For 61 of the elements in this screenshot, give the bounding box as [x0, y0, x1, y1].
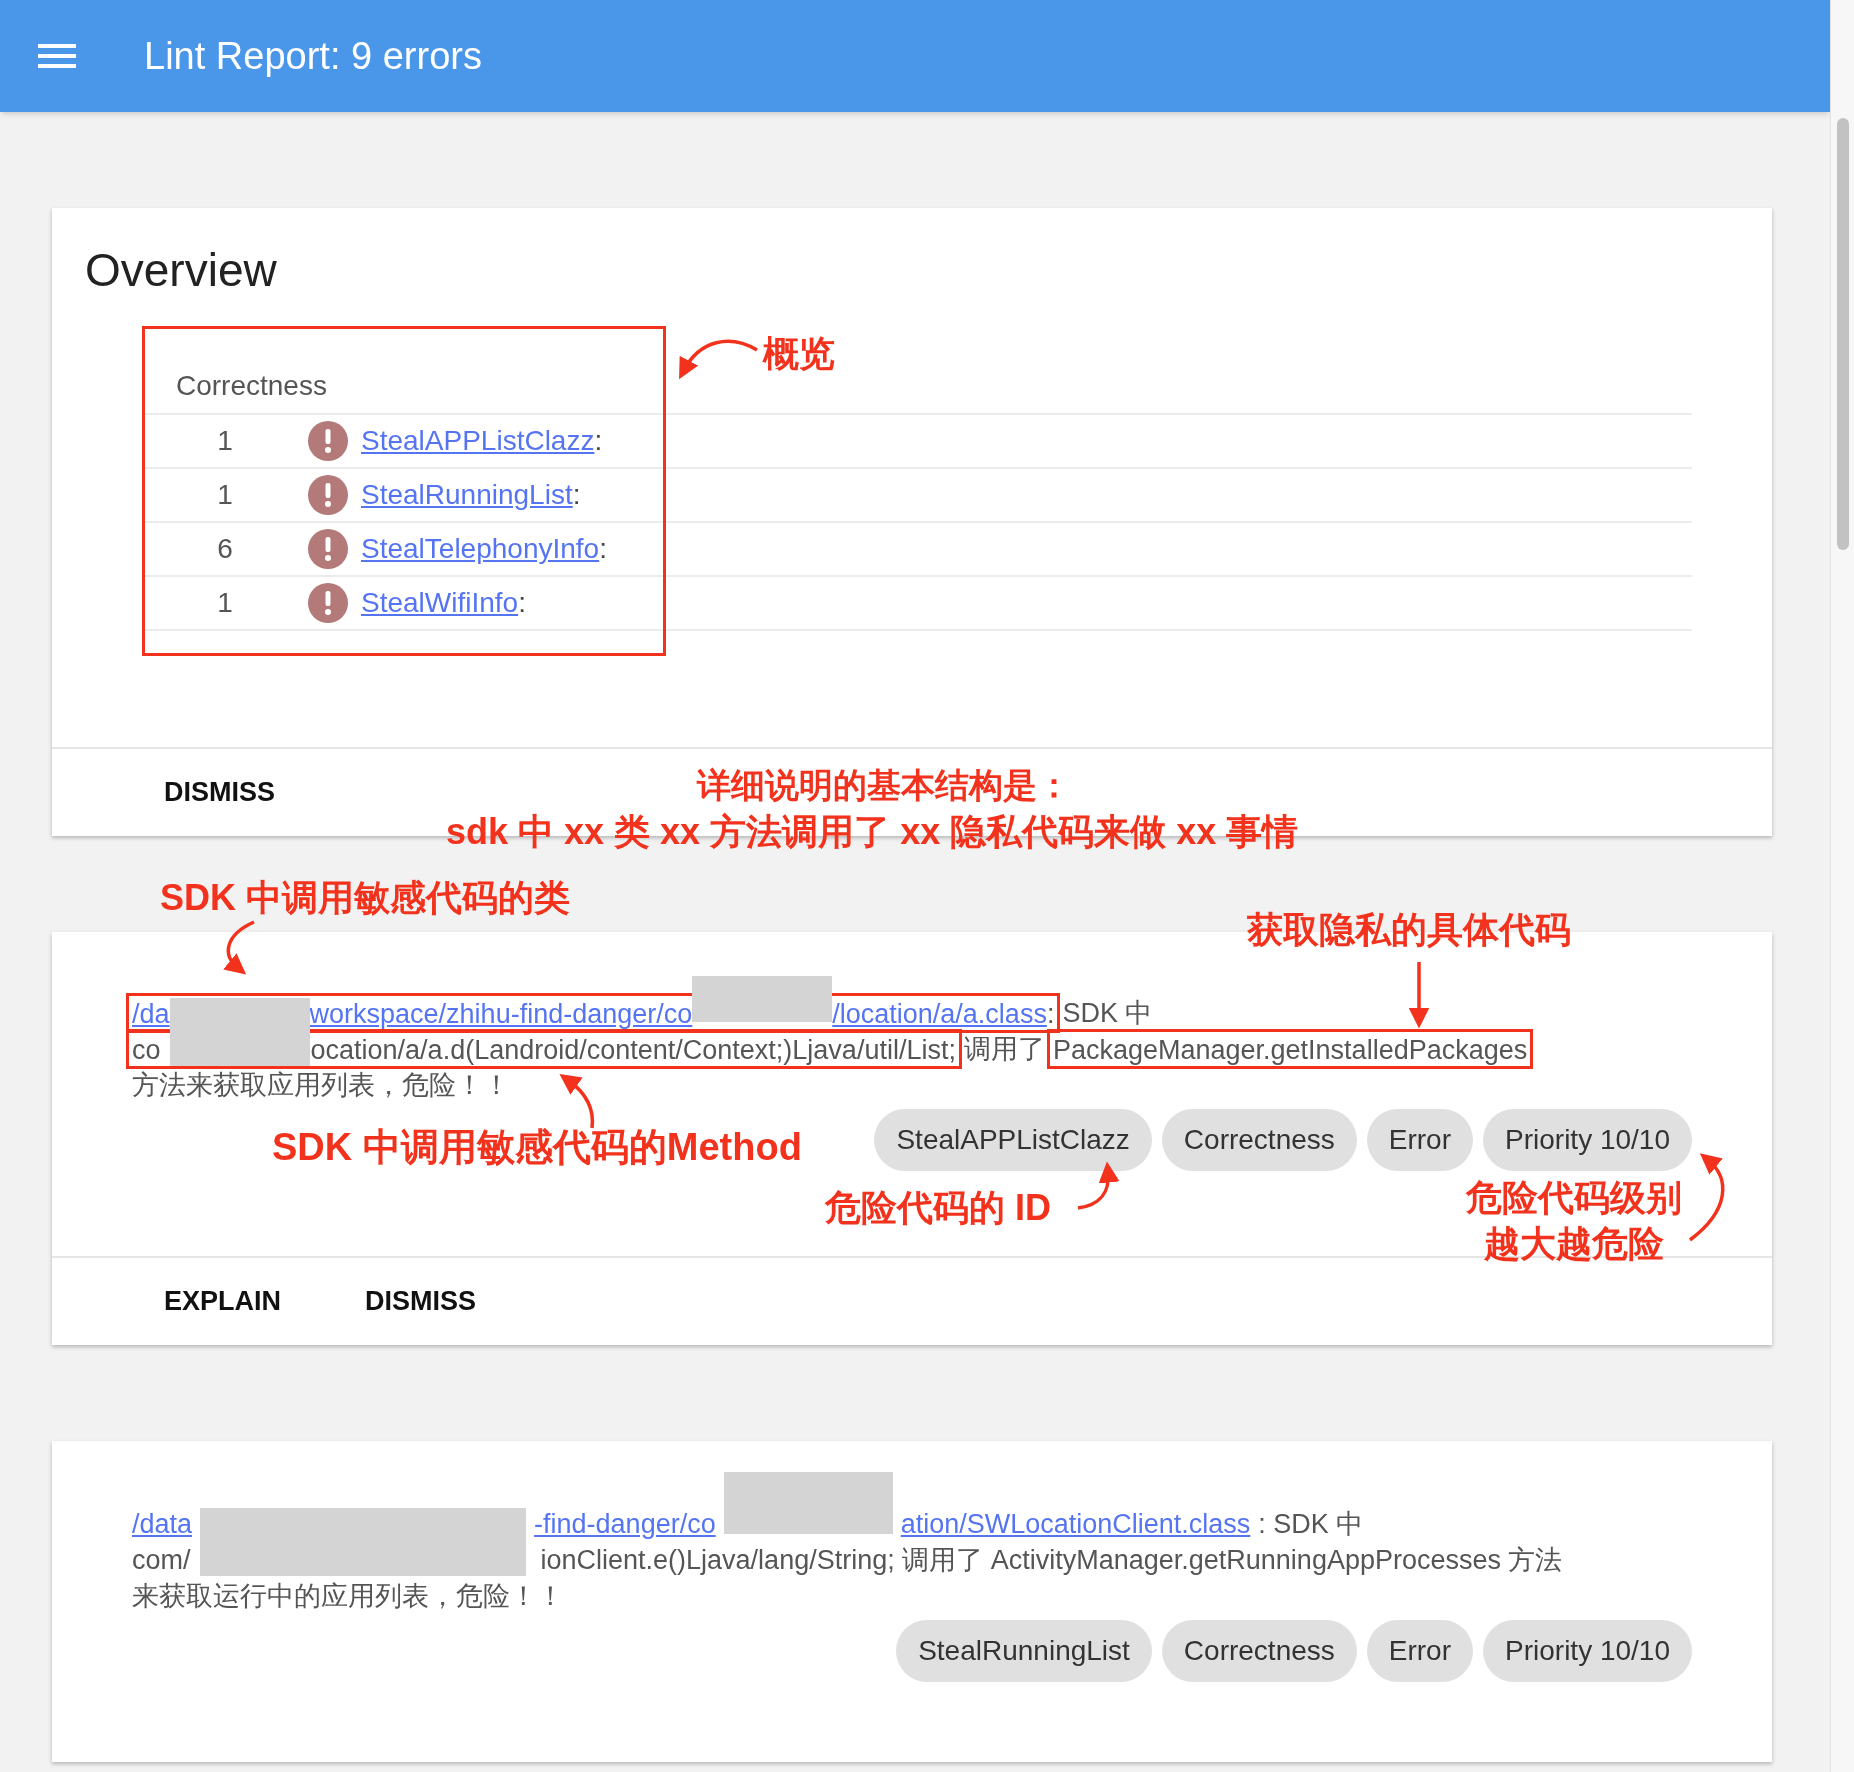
- file-link[interactable]: ation/SWLocationClient.class: [900, 1506, 1251, 1542]
- action-button[interactable]: EXPLAIN: [152, 1275, 294, 1328]
- description-text: co: [132, 1034, 161, 1067]
- annotation-text: sdk 中 xx 类 xx 方法调用了 xx 隐私代码来做 xx 事情: [446, 814, 1299, 850]
- issue-link[interactable]: StealRunningList: [361, 474, 573, 516]
- tag-chip: Error: [1366, 1109, 1474, 1171]
- issue-count: 1: [216, 586, 234, 620]
- category-heading: Correctness: [176, 369, 327, 403]
- scrollbar-thumb[interactable]: [1837, 118, 1849, 550]
- description-text: 来获取运行中的应用列表，危险！！: [132, 1580, 564, 1613]
- issue-link[interactable]: StealTelephonyInfo: [361, 528, 600, 570]
- report-title: Lint Report: 9 errors: [144, 33, 482, 79]
- tag-chip: Priority 10/10: [1483, 1620, 1692, 1682]
- colon-text: :: [572, 478, 581, 512]
- error-icon: [308, 529, 348, 569]
- issue-count: 6: [216, 532, 234, 566]
- annotation-text: 越大越危险: [1484, 1226, 1664, 1262]
- overview-heading: Overview: [85, 243, 278, 298]
- tag-chip: Priority 10/10: [1483, 1109, 1692, 1171]
- issue-link[interactable]: StealWifiInfo: [361, 582, 519, 624]
- description-text: PackageManager.getInstalledPackages: [1052, 1034, 1528, 1067]
- colon-text: :: [594, 424, 603, 458]
- annotation-arrow: [1077, 1161, 1120, 1210]
- description-text: ionClient.e()Ljava/lang/String; 调用了 ActivityManager.getRunningAppProcesses 方法: [540, 1544, 1563, 1577]
- tag-chip: Correctness: [1161, 1620, 1357, 1682]
- description-text: SDK 中: [1062, 997, 1153, 1030]
- annotation-text: SDK 中调用敏感代码的类: [160, 880, 570, 916]
- annotation-arrow: [223, 920, 255, 976]
- colon-text: :: [599, 532, 607, 566]
- issue-count: 1: [216, 424, 234, 458]
- description-text: com/: [132, 1544, 191, 1577]
- description-text: 调用了: [963, 1033, 1045, 1066]
- annotation-text: 获取隐私的具体代码: [1247, 912, 1571, 948]
- annotation-arrow: [559, 1073, 595, 1129]
- error-icon: [308, 475, 348, 515]
- tag-chip: StealRunningList: [896, 1620, 1152, 1682]
- menu-icon[interactable]: [38, 42, 76, 70]
- description-text: ocation/a/a.d(Landroid/content/Context;)Ljava/util/List;: [310, 1034, 956, 1067]
- file-link[interactable]: /location/a/a.class: [832, 996, 1047, 1032]
- description-text: : SDK 中: [1258, 1508, 1364, 1541]
- action-button[interactable]: DISMISS: [152, 766, 288, 819]
- colon-text: :: [518, 586, 526, 620]
- file-link[interactable]: workspace/zhihu-find-danger/co: [309, 996, 693, 1032]
- error-icon: [308, 421, 348, 461]
- error-icon: [308, 583, 348, 623]
- issue-link[interactable]: StealAPPListClazz: [361, 420, 595, 462]
- annotation-text: 概览: [763, 336, 835, 372]
- annotation-text: 危险代码级别: [1466, 1180, 1682, 1216]
- annotation-text: 危险代码的 ID: [825, 1190, 1051, 1226]
- annotation-text: SDK 中调用敏感代码的Method: [272, 1128, 802, 1166]
- tag-chip: Error: [1366, 1620, 1474, 1682]
- description-text: :: [1046, 998, 1055, 1031]
- file-link[interactable]: -find-danger/co: [534, 1506, 716, 1542]
- action-button[interactable]: DISMISS: [353, 1275, 489, 1328]
- tag-chip: StealAPPListClazz: [874, 1109, 1152, 1171]
- file-link[interactable]: /da: [132, 996, 170, 1032]
- annotation-text: 详细说明的基本结构是：: [697, 768, 1071, 802]
- issue-count: 1: [216, 478, 234, 512]
- tag-chip: Correctness: [1161, 1109, 1357, 1171]
- file-link[interactable]: /data: [132, 1506, 193, 1542]
- description-text: 方法来获取应用列表，危险！！: [132, 1069, 510, 1102]
